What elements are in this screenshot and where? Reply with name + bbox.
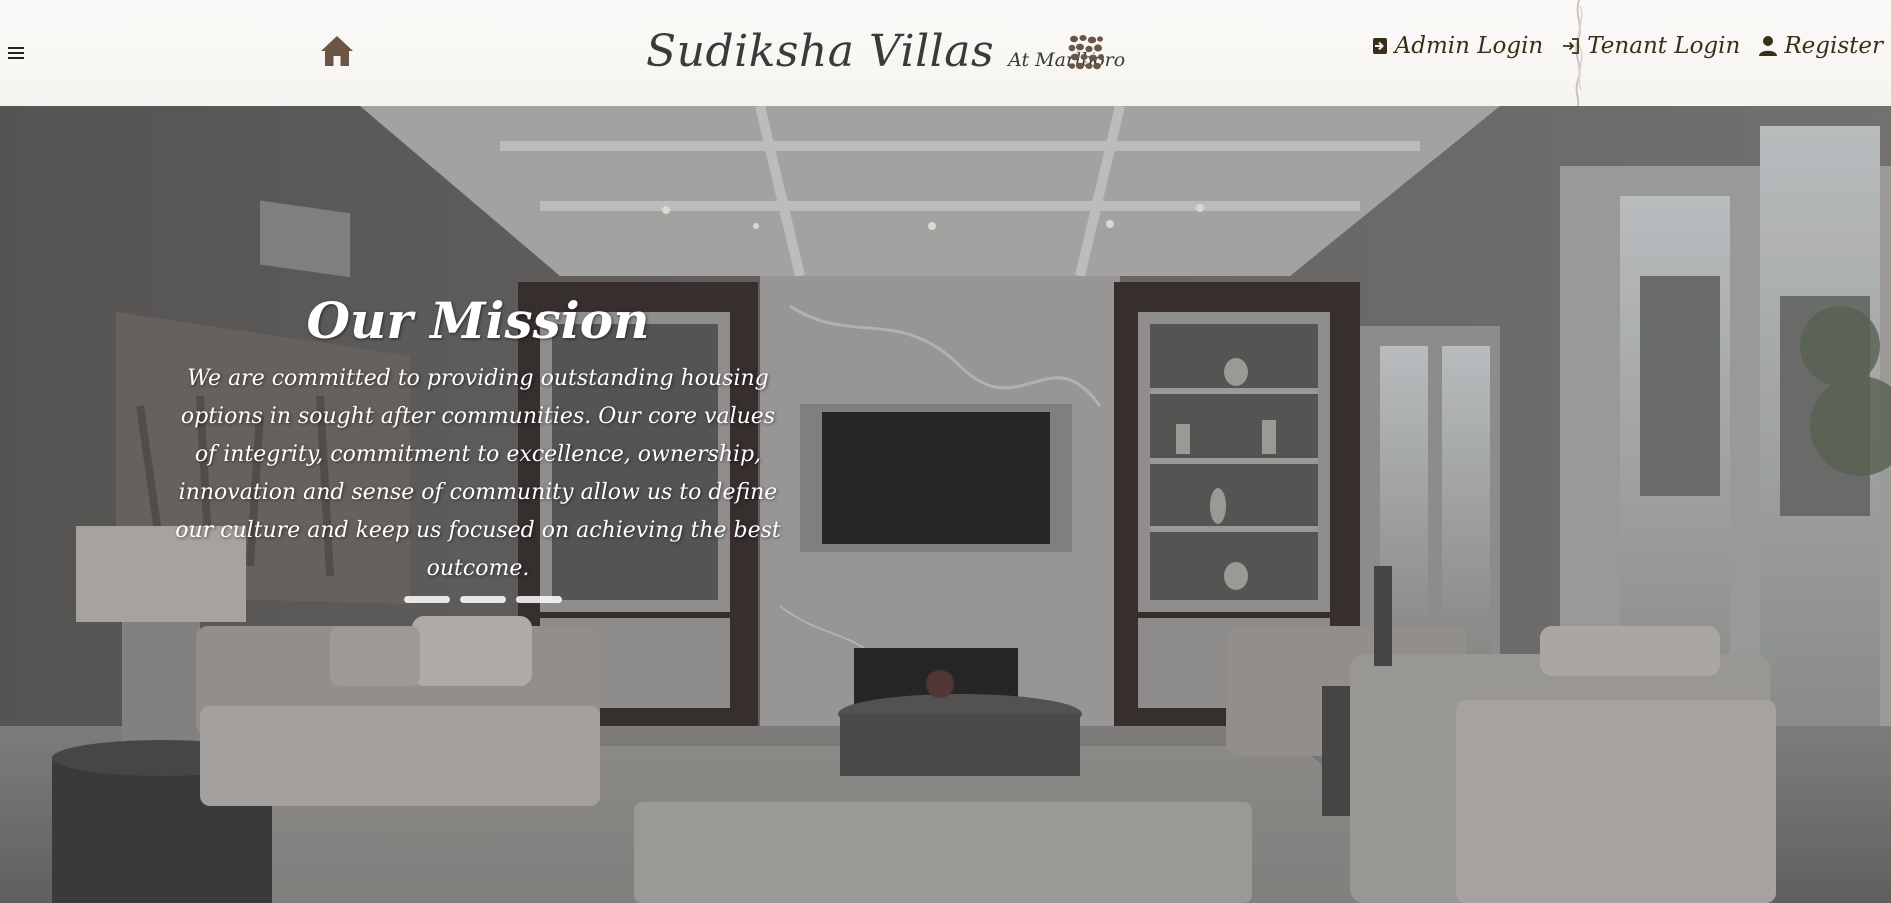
user-icon	[1759, 36, 1778, 56]
admin-login-label: Admin Login	[1394, 33, 1544, 59]
carousel-text: We are committed to providing outstandin…	[175, 366, 781, 581]
home-icon	[321, 36, 353, 66]
admin-login-link[interactable]: Admin Login	[1371, 33, 1544, 59]
brand[interactable]: Sudiksha Villas At Marlboro	[646, 20, 1125, 84]
carousel-indicator-3[interactable]	[516, 596, 562, 603]
home-button[interactable]	[318, 32, 356, 70]
pebbles-logo-icon	[1068, 35, 1104, 70]
login-arrow-icon	[1563, 38, 1580, 54]
auth-nav: Admin Login Tenant Login Register	[1371, 26, 1883, 66]
hero-carousel[interactable]: Our Mission We are committed to providin…	[0, 106, 1891, 903]
top-header: Sudiksha Villas At Marlboro Admin Login …	[0, 0, 1891, 106]
carousel-indicators	[404, 596, 562, 603]
register-label: Register	[1784, 33, 1883, 59]
carousel-indicator-2[interactable]	[460, 596, 506, 603]
carousel-title: Our Mission	[306, 291, 650, 350]
sign-in-icon	[1372, 38, 1387, 54]
tenant-login-label: Tenant Login	[1587, 33, 1741, 59]
carousel-caption: Our Mission We are committed to providin…	[168, 286, 788, 588]
hamburger-menu-button[interactable]	[6, 44, 28, 62]
tenant-login-link[interactable]: Tenant Login	[1561, 33, 1740, 59]
carousel-indicator-1[interactable]	[404, 596, 450, 603]
brand-title: Sudiksha Villas	[646, 26, 995, 77]
register-link[interactable]: Register	[1758, 33, 1883, 59]
hamburger-menu-icon	[8, 47, 24, 59]
